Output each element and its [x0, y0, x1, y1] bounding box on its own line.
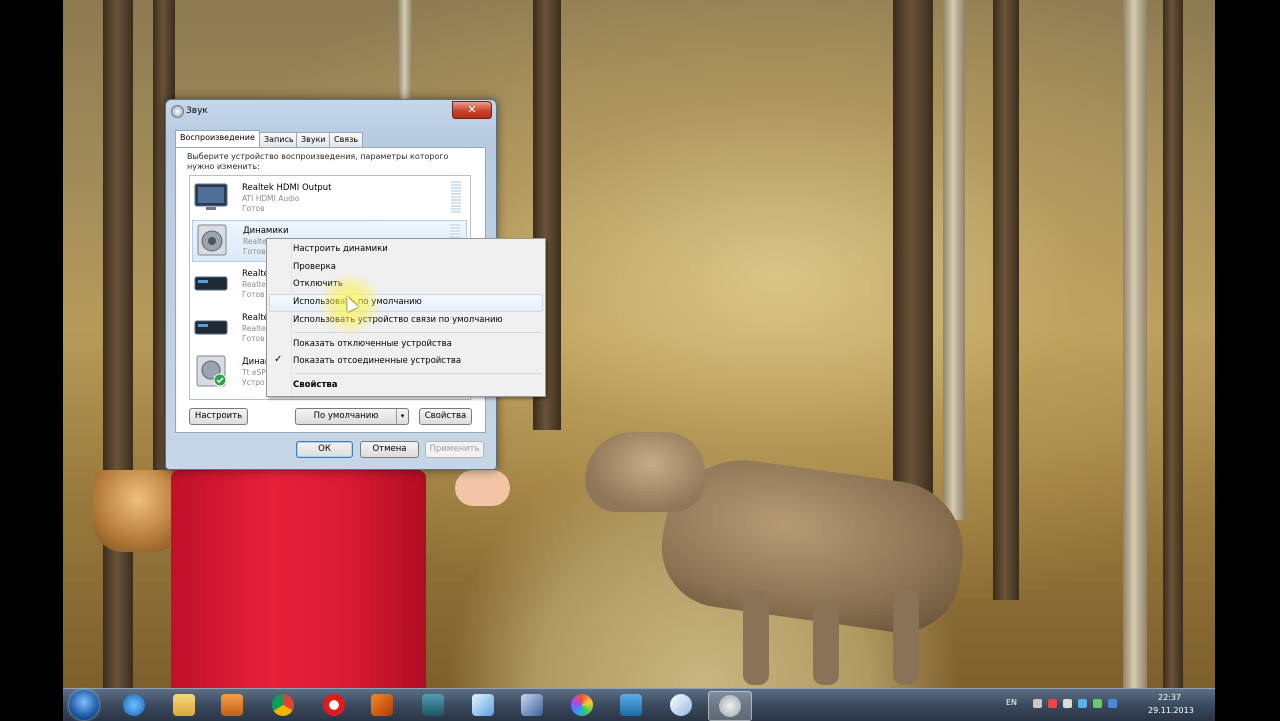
device-driver: Realte	[242, 280, 266, 289]
tab-playback[interactable]: Воспроизведение	[175, 130, 260, 148]
tab-recording[interactable]: Запись	[259, 132, 299, 147]
tab-sounds[interactable]: Звуки	[296, 132, 331, 147]
device-name: Realtek HDMI Output	[242, 183, 332, 193]
wolf-leg	[743, 590, 769, 685]
girl-hand	[455, 470, 510, 506]
network-icon[interactable]	[1078, 699, 1087, 708]
chrome-icon	[272, 694, 294, 716]
opera-icon	[323, 694, 345, 716]
wolf-head	[585, 432, 705, 512]
media-player-icon	[221, 694, 243, 716]
device-driver: Realte	[243, 237, 267, 246]
tree-trunk	[993, 0, 1019, 600]
chevron-down-icon[interactable]: ▾	[396, 409, 408, 424]
menu-separator	[295, 332, 542, 333]
taskbar-book[interactable]	[610, 691, 652, 719]
set-default-button[interactable]: По умолчанию ▾	[295, 408, 409, 425]
taskbar-ie[interactable]	[113, 691, 155, 719]
clock-time[interactable]: 22:37	[1158, 693, 1181, 702]
monitor-icon	[194, 183, 228, 210]
device-driver: Tt eSP	[242, 368, 266, 377]
menu-item-test[interactable]: Проверка	[293, 262, 336, 272]
taskbar-picasa[interactable]	[561, 691, 603, 719]
close-button[interactable]: ✕	[452, 101, 492, 119]
speaker-icon	[171, 105, 184, 118]
device-status: Устро	[242, 378, 265, 387]
tray-security-icon[interactable]	[1108, 699, 1117, 708]
speaker-device-icon	[197, 224, 227, 256]
cube-icon	[472, 694, 494, 716]
taskbar-sound[interactable]	[708, 691, 752, 721]
device-status: Готов	[243, 247, 266, 256]
menu-separator	[295, 373, 542, 374]
paint-icon	[670, 694, 692, 716]
tree-trunk	[1163, 0, 1183, 688]
menu-item-configure-speakers[interactable]: Настроить динамики	[293, 244, 388, 254]
menu-item-show-disconnected[interactable]: Показать отсоединенные устройства	[293, 356, 461, 366]
taskbar-paint[interactable]	[660, 691, 702, 719]
receiver-icon	[194, 320, 228, 335]
picasa-icon	[571, 694, 593, 716]
apply-button[interactable]: Применить	[425, 441, 484, 458]
matlab-icon	[371, 694, 393, 716]
wolf-leg	[893, 590, 919, 685]
red-dress	[171, 470, 426, 688]
device-status: Готов	[242, 334, 265, 343]
taskbar-explorer[interactable]	[163, 691, 205, 719]
taskbar-matlab[interactable]	[361, 691, 403, 719]
context-menu: Настроить динамики Проверка Отключить Ис…	[266, 238, 546, 397]
start-orb-icon[interactable]	[69, 690, 99, 720]
taskbar-virtualbox[interactable]	[511, 691, 553, 719]
cancel-button[interactable]: Отмена	[360, 441, 419, 458]
menu-item-show-disabled[interactable]: Показать отключенные устройства	[293, 339, 452, 349]
tree-trunk	[103, 0, 133, 688]
tray-sync-icon[interactable]	[1093, 699, 1102, 708]
basket	[93, 470, 183, 552]
taskbar-cube[interactable]	[462, 691, 504, 719]
ie-icon	[123, 694, 145, 716]
tray-app-icon[interactable]	[1048, 699, 1057, 708]
taskbar-opera[interactable]	[313, 691, 355, 719]
device-status: Готов	[242, 290, 265, 299]
language-indicator[interactable]: EN	[1006, 698, 1017, 707]
maya-icon	[422, 694, 444, 716]
device-item[interactable]: Realtek HDMI Output ATI HDMI Audio Готов	[192, 178, 467, 218]
speaker-default-icon	[196, 355, 227, 387]
wolf-leg	[813, 600, 839, 685]
device-driver: ATI HDMI Audio	[242, 194, 300, 203]
tree-trunk	[1123, 0, 1147, 688]
level-meter	[451, 181, 461, 214]
ok-button[interactable]: ОК	[296, 441, 353, 458]
menu-item-properties[interactable]: Свойства	[293, 380, 338, 390]
explorer-icon	[173, 694, 195, 716]
sound-icon	[719, 695, 741, 717]
taskbar: EN 22:37 29.11.2013	[63, 688, 1215, 721]
instruction-text: Выберите устройство воспроизведения, пар…	[187, 152, 449, 171]
device-name: Realte	[242, 313, 269, 323]
configure-button[interactable]: Настроить	[189, 408, 248, 425]
set-default-label: По умолчанию	[313, 411, 379, 421]
device-status: Готов	[242, 204, 265, 213]
checkmark-icon: ✓	[274, 354, 283, 365]
device-name: Динамики	[243, 226, 289, 236]
window-title: Звук	[186, 106, 208, 116]
properties-button[interactable]: Свойства	[419, 408, 472, 425]
clock-date[interactable]: 29.11.2013	[1148, 706, 1194, 715]
book-icon	[620, 694, 642, 716]
taskbar-media-player[interactable]	[211, 691, 253, 719]
receiver-icon	[194, 276, 228, 291]
device-name: Realte	[242, 269, 269, 279]
volume-icon[interactable]	[1063, 699, 1072, 708]
tray-expand-icon[interactable]	[1033, 699, 1042, 708]
tab-communications[interactable]: Связь	[329, 132, 364, 147]
device-driver: Realte	[242, 324, 266, 333]
virtualbox-icon	[521, 694, 543, 716]
taskbar-chrome[interactable]	[262, 691, 304, 719]
taskbar-maya[interactable]	[412, 691, 454, 719]
